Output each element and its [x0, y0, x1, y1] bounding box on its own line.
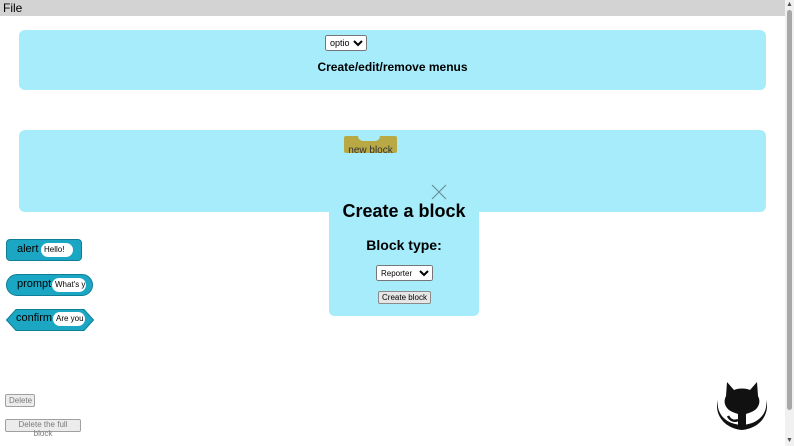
prompt-block-label: prompt — [17, 278, 52, 290]
vertical-scrollbar[interactable]: ▲ ▼ — [785, 0, 794, 446]
menus-panel: option Create/edit/remove menus — [19, 30, 766, 90]
create-block-button[interactable]: Create block — [378, 291, 431, 304]
dialog-title: Create a block — [342, 201, 466, 221]
new-block-label: new block — [348, 145, 393, 156]
delete-full-block-button[interactable]: Delete the full block — [5, 419, 81, 438]
confirm-block-label: confirm — [16, 312, 53, 324]
block-type-select[interactable]: Reporter — [376, 265, 433, 281]
new-block[interactable]: new block — [344, 136, 397, 156]
delete-button[interactable]: Delete — [5, 394, 35, 407]
menu-bar: File — [0, 0, 785, 16]
menu-select[interactable]: option — [325, 35, 367, 51]
scrollbar-thumb[interactable] — [787, 10, 792, 410]
menus-panel-title: Create/edit/remove menus — [317, 60, 468, 74]
prompt-block-input[interactable]: What's y — [52, 278, 86, 292]
close-icon[interactable] — [431, 184, 447, 200]
alert-block-input[interactable]: Hello! — [41, 243, 73, 257]
block-type-label: Block type: — [366, 237, 442, 253]
prompt-block[interactable]: prompt What's y — [6, 274, 93, 296]
alert-block[interactable]: alert Hello! — [6, 239, 82, 261]
block-notch — [358, 136, 380, 141]
confirm-block[interactable]: confirm Are you — [6, 309, 94, 331]
create-block-dialog: Create a block Block type: Reporter Crea… — [329, 180, 479, 316]
alert-block-label: alert — [17, 243, 39, 255]
scroll-up-icon[interactable]: ▲ — [786, 1, 793, 8]
scroll-down-icon[interactable]: ▼ — [786, 437, 793, 444]
file-menu[interactable]: File — [3, 1, 22, 15]
confirm-block-input[interactable]: Are you — [53, 312, 85, 326]
github-octocat-icon[interactable] — [712, 378, 772, 434]
